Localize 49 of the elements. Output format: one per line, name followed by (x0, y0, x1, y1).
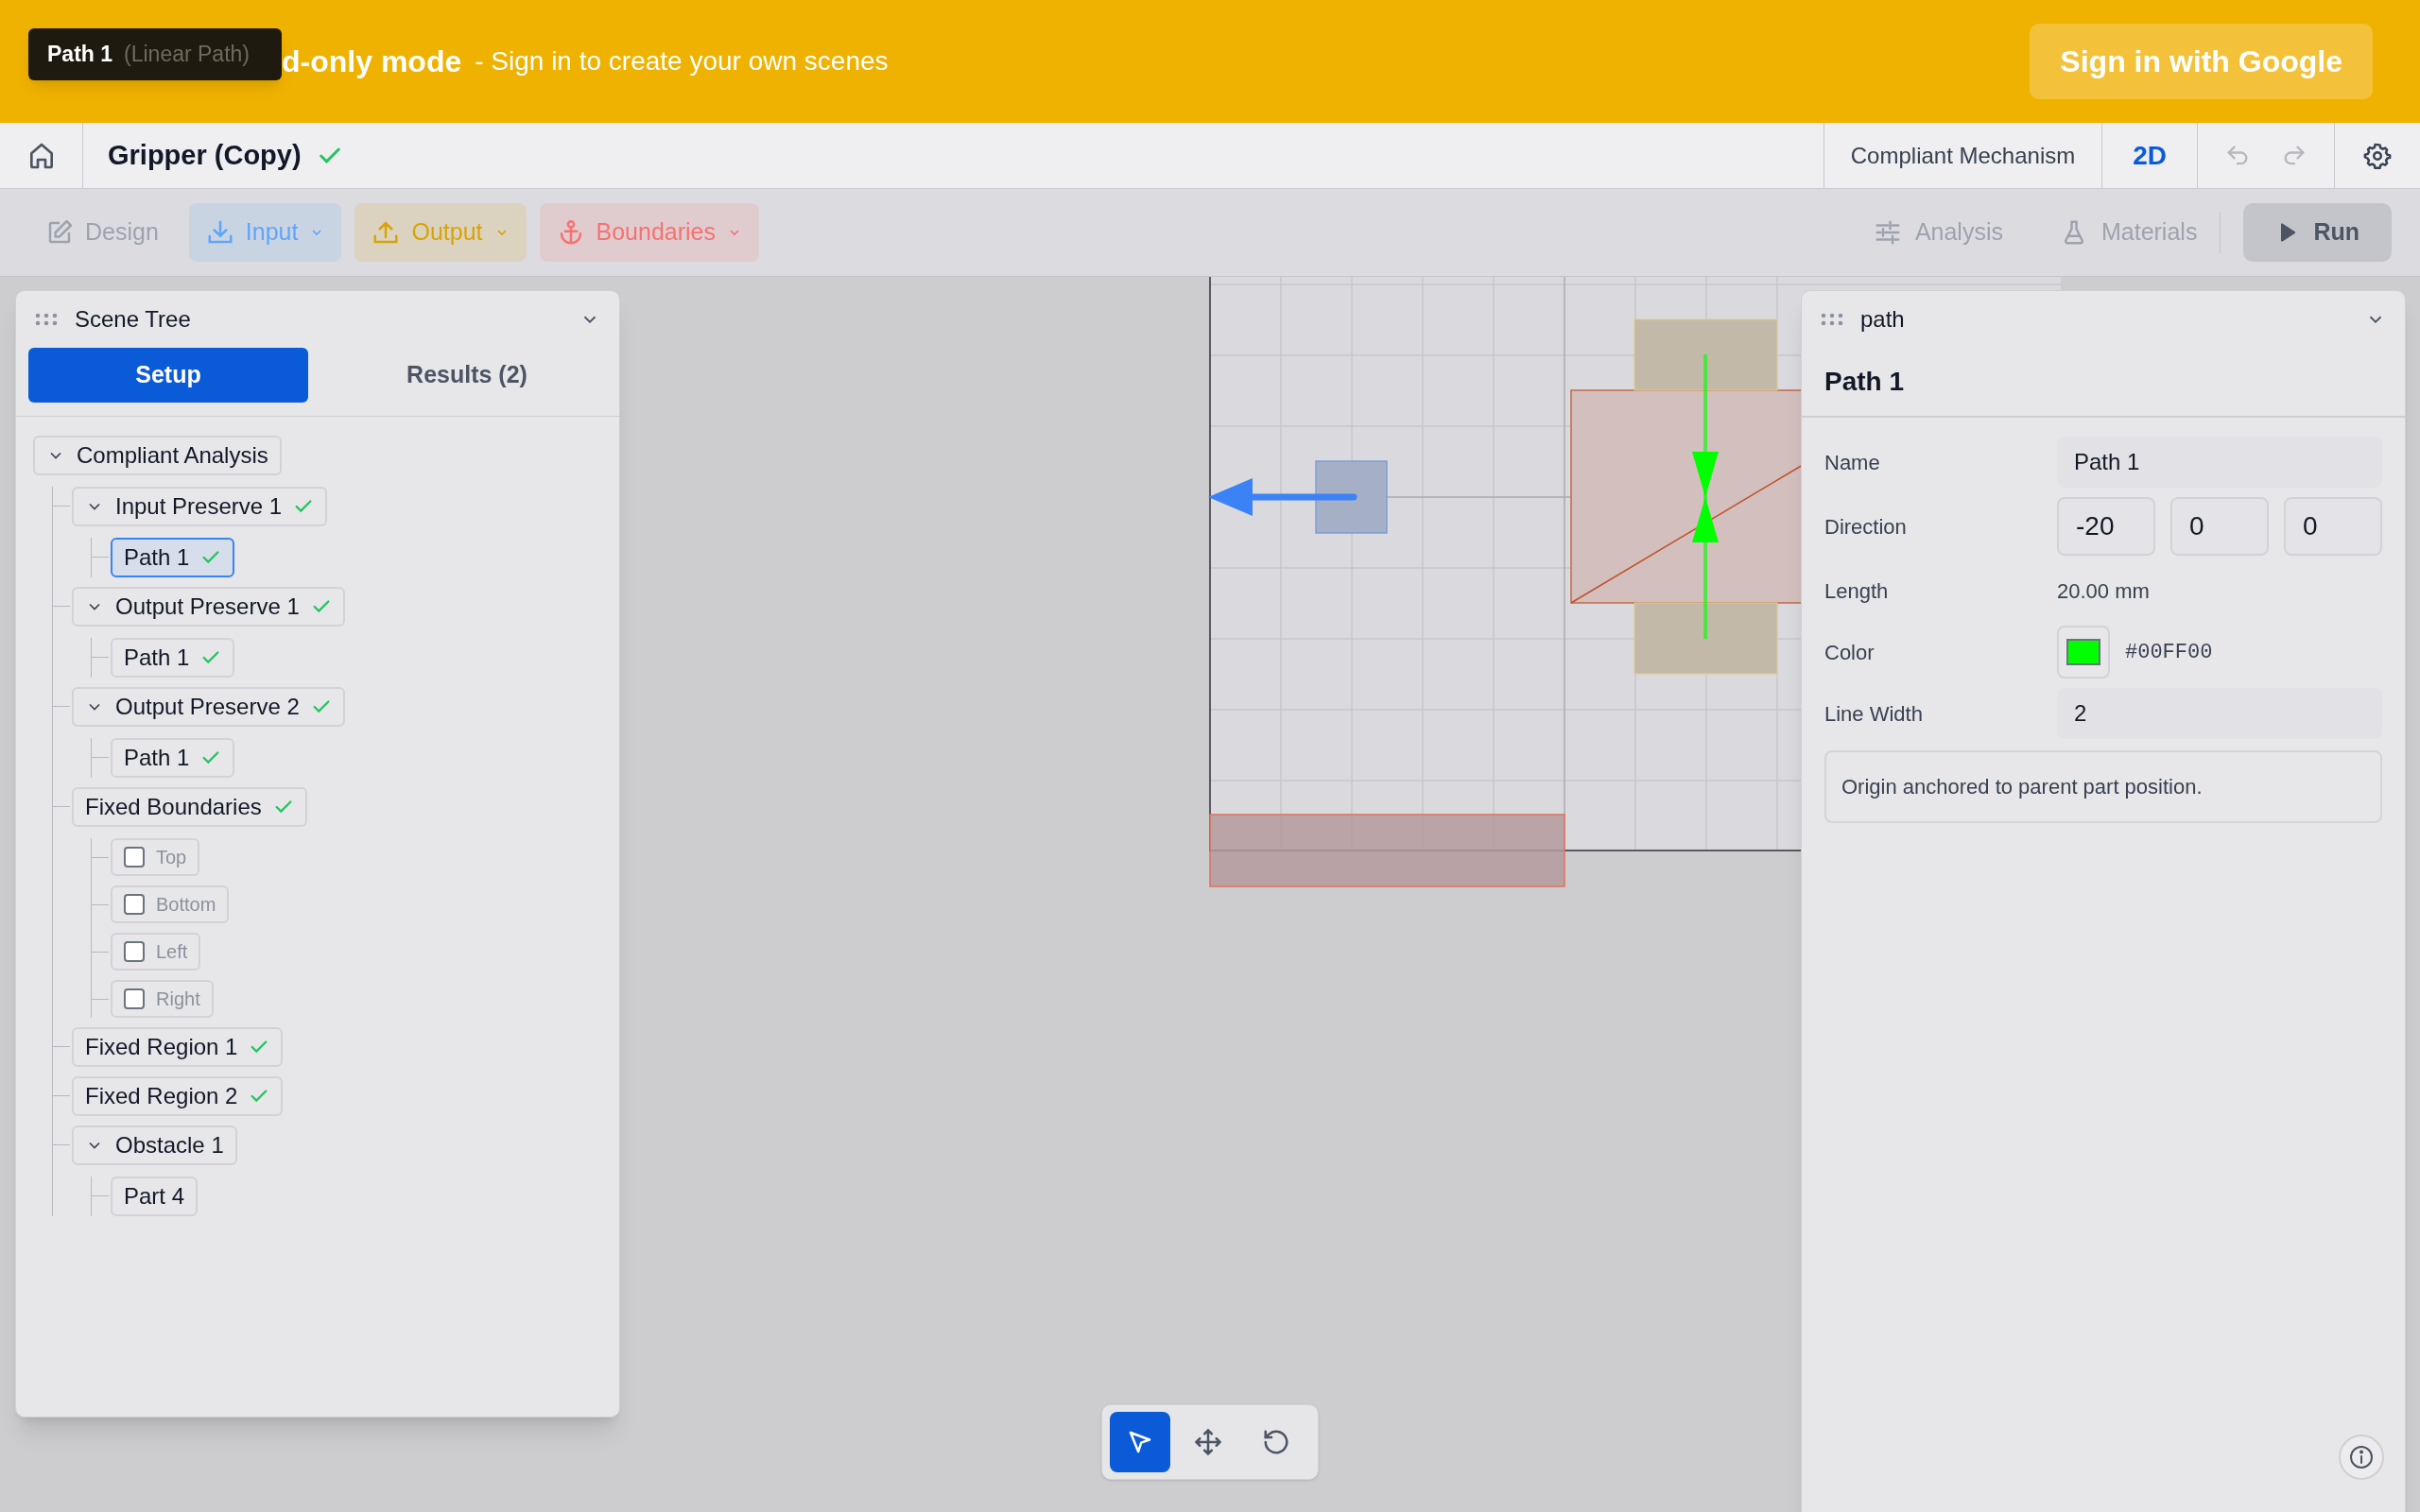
checkbox[interactable] (124, 988, 145, 1009)
tree-item[interactable]: Fixed Region 2 (72, 1076, 284, 1116)
panel-title: Scene Tree (75, 305, 191, 334)
color-value: #00FF00 (2125, 639, 2213, 666)
color-swatch[interactable] (2057, 626, 2110, 679)
canvas-tool-button[interactable] (1110, 1412, 1170, 1472)
tree-item[interactable]: Fixed Boundaries (72, 787, 307, 827)
tree-item[interactable]: Output Preserve 2 (72, 687, 345, 727)
tree-item[interactable]: Output Preserve 1 (72, 587, 345, 627)
tooltip: Path 1 (Linear Path) (28, 28, 282, 80)
number-field[interactable]: 0 (2170, 497, 2269, 556)
tab[interactable]: Results (2) (327, 348, 607, 403)
number-field[interactable]: 0 (2284, 497, 2382, 556)
tab[interactable]: Setup (28, 348, 308, 403)
tree-item[interactable]: Path 1 (111, 738, 235, 778)
mode-label: Compliant Mechanism (1850, 141, 2076, 170)
tree-item[interactable]: Fixed Region 1 (72, 1027, 284, 1067)
banner-hint: - Sign in to create your own scenes (475, 45, 889, 77)
drag-handle-icon[interactable] (1821, 313, 1843, 326)
scene-title: Gripper (Copy) (108, 138, 302, 172)
field-label: Line Width (1824, 700, 1924, 728)
banner-message: d-only mode (282, 43, 462, 80)
panel-title: path (1860, 305, 1905, 334)
tree-item[interactable]: Part 4 (111, 1177, 199, 1216)
settings-icon[interactable] (2363, 141, 2392, 170)
length-value: 20.00 mm (2057, 577, 2151, 605)
input-field[interactable]: 2 (2057, 688, 2382, 739)
tree-item[interactable]: Input Preserve 1 (72, 487, 328, 526)
tree-item[interactable]: Path 1 (111, 538, 235, 577)
move-icon (1194, 1428, 1222, 1456)
number-field[interactable]: -20 (2057, 497, 2155, 556)
checkbox[interactable] (124, 941, 145, 962)
checkbox[interactable] (124, 894, 145, 915)
tree-item[interactable]: Obstacle 1 (72, 1125, 237, 1165)
field-label: Name (1824, 449, 1881, 476)
run-button[interactable]: Run (2243, 203, 2392, 262)
tree-item[interactable]: Path 1 (111, 638, 235, 678)
info-note: Origin anchored to parent part position. (1824, 750, 2382, 823)
view-toggle[interactable]: 2D (2133, 135, 2167, 176)
field-label: Direction (1824, 513, 1908, 541)
info-icon[interactable] (2338, 1434, 2385, 1481)
tree-item[interactable]: Compliant Analysis (33, 436, 282, 475)
rotate-icon (1262, 1428, 1290, 1456)
checkbox[interactable] (124, 847, 145, 868)
drag-handle-icon[interactable] (35, 313, 58, 326)
field-label: Length (1824, 577, 1890, 605)
input-field[interactable]: Path 1 (2057, 437, 2382, 488)
object-title: Path 1 (1824, 366, 1905, 398)
field-label: Color (1824, 639, 1876, 666)
